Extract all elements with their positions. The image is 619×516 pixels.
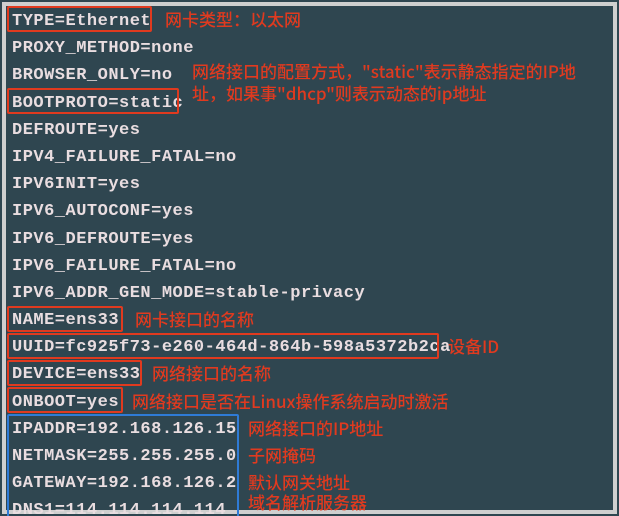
cfg-uuid: UUID=fc925f73-e260-464d-864b-598a5372b2c…	[12, 334, 613, 361]
cfg-ipv6-autoconf: IPV6_AUTOCONF=yes	[12, 198, 613, 225]
ann-dns: 域名解析服务器	[248, 491, 367, 513]
cfg-name: NAME=ens33	[12, 307, 613, 334]
ann-onboot: 网络接口是否在Linux操作系统启动时激活	[132, 390, 448, 412]
cfg-ipv6-defroute: IPV6_DEFROUTE=yes	[12, 226, 613, 253]
ann-uuid: 设备ID	[448, 335, 499, 357]
ann-name: 网卡接口的名称	[135, 308, 254, 330]
ann-ipaddr: 网络接口的IP地址	[248, 417, 383, 439]
ann-bootproto: 网络接口的配置方式，"static"表示静态指定的IP地址，如果事"dhcp"则…	[192, 60, 602, 104]
cfg-ipv6-addr-gen-mode: IPV6_ADDR_GEN_MODE=stable-privacy	[12, 280, 613, 307]
ann-type: 网卡类型：以太网	[165, 8, 301, 30]
cfg-ipv6-failure-fatal: IPV6_FAILURE_FATAL=no	[12, 253, 613, 280]
cfg-ipv6init: IPV6INIT=yes	[12, 171, 613, 198]
cfg-type: TYPE=Ethernet	[12, 8, 613, 35]
cfg-defroute: DEFROUTE=yes	[12, 117, 613, 144]
ann-netmask: 子网掩码	[248, 444, 316, 466]
cfg-device: DEVICE=ens33	[12, 361, 613, 388]
ann-device: 网络接口的名称	[152, 362, 271, 384]
cfg-ipv4-failure-fatal: IPV4_FAILURE_FATAL=no	[12, 144, 613, 171]
